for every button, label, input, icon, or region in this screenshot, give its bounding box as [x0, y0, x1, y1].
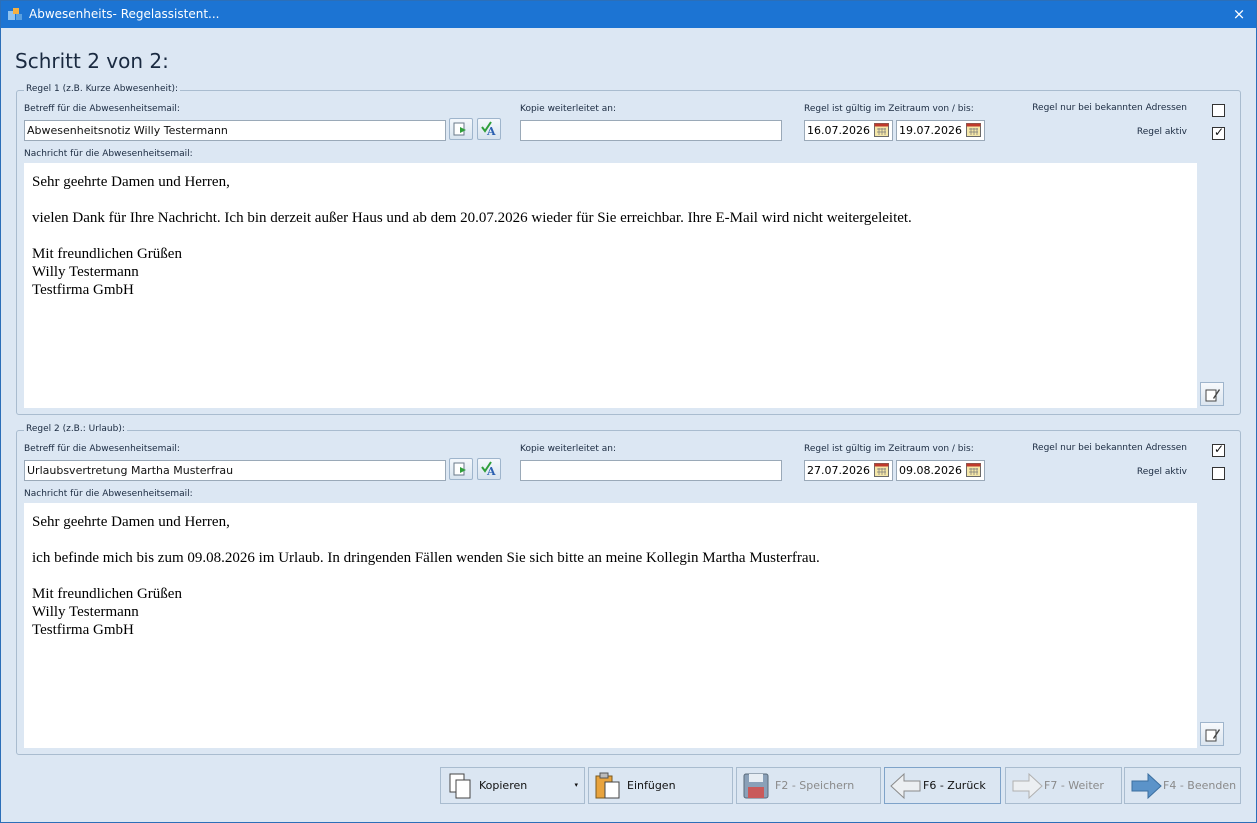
- save-button[interactable]: F2 - Speichern: [736, 767, 881, 804]
- rule-1-validity-label: Regel ist gültig im Zeitraum von / bis:: [804, 104, 974, 114]
- next-button[interactable]: F7 - Weiter: [1005, 767, 1122, 804]
- next-button-label: F7 - Weiter: [1044, 779, 1104, 792]
- save-icon: [743, 773, 769, 799]
- rule-2-legend: Regel 2 (z.B.: Urlaub):: [24, 424, 127, 434]
- rule-2-date-to-value: 09.08.2026: [899, 464, 962, 477]
- rule-2-active-label: Regel aktiv: [1136, 467, 1187, 477]
- checkmark-icon: ✓: [1214, 442, 1225, 456]
- finish-button-label: F4 - Beenden: [1163, 779, 1237, 792]
- rule-2-date-from[interactable]: 27.07.2026: [804, 460, 893, 481]
- calendar-icon[interactable]: [966, 123, 981, 137]
- rule-2-active-checkbox[interactable]: [1212, 467, 1225, 480]
- rule-1-date-to-value: 19.07.2026: [899, 124, 962, 137]
- calendar-icon[interactable]: [874, 123, 889, 137]
- rule-1-message-label: Nachricht für die Abwesenheitsemail:: [24, 149, 193, 159]
- rule-2-copy-label: Kopie weiterleitet an:: [520, 444, 616, 454]
- rule-1-copy-label: Kopie weiterleitet an:: [520, 104, 616, 114]
- rule-1-active-checkbox[interactable]: ✓: [1212, 125, 1225, 140]
- dialog-window: Abwesenheits- Regelassistent... × Schrit…: [0, 0, 1257, 823]
- rule-1-group: Regel 1 (z.B. Kurze Abwesenheit): Betref…: [16, 84, 1241, 415]
- arrow-left-icon: [890, 772, 921, 800]
- message-greeting: Sehr geehrte Damen und Herren,: [32, 514, 230, 530]
- rule-1-edit-message-button[interactable]: [1200, 382, 1224, 406]
- message-company: Testfirma GmbH: [32, 622, 134, 638]
- arrow-right-blue-icon: [1131, 772, 1162, 800]
- finish-button[interactable]: F4 - Beenden: [1124, 767, 1241, 804]
- message-body: ich befinde mich bis zum 09.08.2026 im U…: [32, 550, 820, 566]
- rule-2-known-only-label: Regel nur bei bekannten Adressen: [1032, 443, 1187, 453]
- rule-1-subject-input[interactable]: Abwesenheitsnotiz Willy Testermann: [24, 120, 446, 141]
- edit-document-icon: [1205, 389, 1220, 402]
- rule-2-edit-message-button[interactable]: [1200, 722, 1224, 746]
- insert-field-icon: [453, 122, 466, 136]
- back-button[interactable]: F6 - Zurück: [884, 767, 1001, 804]
- copy-icon: [449, 773, 471, 799]
- rule-2-subject-label: Betreff für die Abwesenheitsemail:: [24, 444, 180, 454]
- close-icon[interactable]: ×: [1230, 5, 1248, 23]
- rule-1-date-to[interactable]: 19.07.2026: [896, 120, 985, 141]
- rule-2-message-label: Nachricht für die Abwesenheitsemail:: [24, 489, 193, 499]
- rule-1-active-label: Regel aktiv: [1136, 127, 1187, 137]
- rule-1-known-only-checkbox[interactable]: [1212, 104, 1225, 117]
- rule-2-known-only-checkbox[interactable]: ✓: [1212, 442, 1225, 457]
- message-closing: Mit freundlichen Grüßen: [32, 586, 182, 602]
- insert-field-icon: [453, 462, 466, 476]
- message-closing: Mit freundlichen Grüßen: [32, 246, 182, 262]
- rule-1-insert-field-button[interactable]: [449, 118, 473, 140]
- message-body: vielen Dank für Ihre Nachricht. Ich bin …: [32, 210, 912, 226]
- arrow-right-icon: [1012, 772, 1043, 800]
- rule-2-group: Regel 2 (z.B.: Urlaub): Betreff für die …: [16, 424, 1241, 755]
- edit-document-icon: [1205, 729, 1220, 742]
- calendar-icon[interactable]: [874, 463, 889, 477]
- rule-1-known-only-label: Regel nur bei bekannten Adressen: [1032, 103, 1187, 113]
- message-company: Testfirma GmbH: [32, 282, 134, 298]
- paste-button-label: Einfügen: [627, 779, 676, 792]
- spellcheck-icon: A: [481, 121, 496, 137]
- step-title: Schritt 2 von 2:: [15, 49, 169, 73]
- rule-2-copy-input[interactable]: [520, 460, 782, 481]
- title-bar: Abwesenheits- Regelassistent... ×: [1, 1, 1256, 28]
- rule-1-legend: Regel 1 (z.B. Kurze Abwesenheit):: [24, 84, 181, 94]
- rule-2-subject-input[interactable]: Urlaubsvertretung Martha Musterfrau: [24, 460, 446, 481]
- back-button-label: F6 - Zurück: [923, 779, 986, 792]
- rule-1-copy-input[interactable]: [520, 120, 782, 141]
- rule-2-insert-field-button[interactable]: [449, 458, 473, 480]
- rule-2-message-editor[interactable]: Sehr geehrte Damen und Herren, ich befin…: [24, 503, 1197, 748]
- checkmark-icon: ✓: [1214, 125, 1225, 139]
- save-button-label: F2 - Speichern: [775, 779, 855, 792]
- rule-1-subject-label: Betreff für die Abwesenheitsemail:: [24, 104, 180, 114]
- rule-2-date-to[interactable]: 09.08.2026: [896, 460, 985, 481]
- rule-2-spellcheck-button[interactable]: A: [477, 458, 501, 480]
- calendar-icon[interactable]: [966, 463, 981, 477]
- rule-1-date-from[interactable]: 16.07.2026: [804, 120, 893, 141]
- rule-1-message-editor[interactable]: Sehr geehrte Damen und Herren, vielen Da…: [24, 163, 1197, 408]
- spellcheck-icon: A: [481, 461, 496, 477]
- rule-2-validity-label: Regel ist gültig im Zeitraum von / bis:: [804, 444, 974, 454]
- rule-1-spellcheck-button[interactable]: A: [477, 118, 501, 140]
- paste-icon: [595, 772, 620, 799]
- chevron-down-icon[interactable]: ▾: [574, 781, 578, 789]
- copy-button[interactable]: Kopieren ▾: [440, 767, 585, 804]
- window-title: Abwesenheits- Regelassistent...: [29, 7, 220, 21]
- message-name: Willy Testermann: [32, 604, 139, 620]
- paste-button[interactable]: Einfügen: [588, 767, 733, 804]
- rule-2-date-from-value: 27.07.2026: [807, 464, 870, 477]
- rule-1-date-from-value: 16.07.2026: [807, 124, 870, 137]
- app-icon: [8, 8, 22, 20]
- copy-button-label: Kopieren: [479, 779, 528, 792]
- message-greeting: Sehr geehrte Damen und Herren,: [32, 174, 230, 190]
- message-name: Willy Testermann: [32, 264, 139, 280]
